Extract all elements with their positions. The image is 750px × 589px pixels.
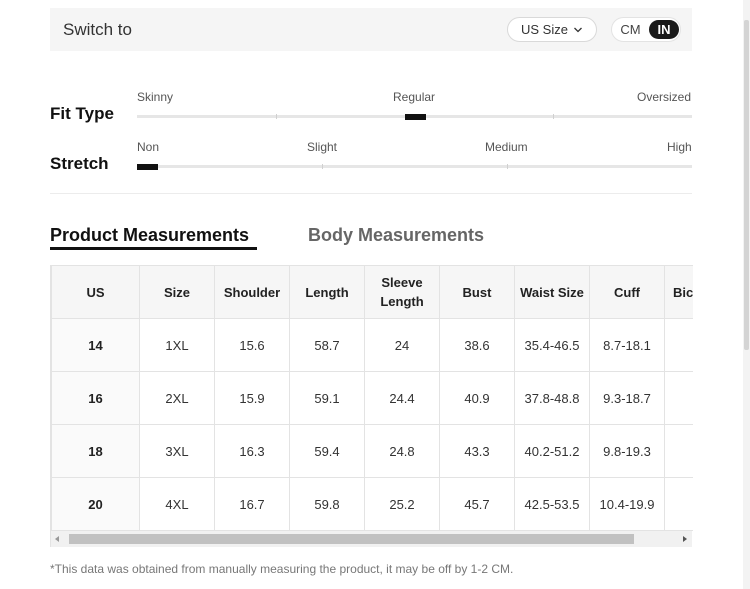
table-row: 20 4XL 16.7 59.8 25.2 45.7 42.5-53.5 10.…: [51, 477, 693, 531]
table-cell: 40.9: [439, 371, 515, 425]
fit-option-oversized: Oversized: [637, 90, 692, 104]
table-cell: [664, 318, 693, 372]
stretch-scale-tick: [507, 164, 508, 169]
table-cell: 4XL: [139, 477, 215, 531]
table-cell: [664, 371, 693, 425]
active-tab-underline: [50, 247, 257, 250]
fit-option-skinny: Skinny: [137, 90, 174, 104]
section-divider: [50, 193, 692, 194]
table-cell: 24.8: [364, 424, 440, 478]
column-header: Size: [139, 265, 215, 319]
table-cell: 3XL: [139, 424, 215, 478]
table-cell: 10.4-19.9: [589, 477, 665, 531]
table-cell: 20: [51, 477, 140, 531]
scroll-left-arrow-icon[interactable]: [55, 536, 59, 542]
column-header: Waist Size: [514, 265, 590, 319]
column-header: Bicep Length: [664, 265, 693, 319]
fit-scale-tick: [276, 114, 277, 119]
switch-to-label: Switch to: [63, 20, 132, 39]
chevron-down-icon: [574, 27, 582, 32]
stretch-marker: [137, 164, 158, 170]
size-system-dropdown[interactable]: US Size: [507, 17, 597, 42]
fit-scale-tick: [553, 114, 554, 119]
column-header: Shoulder: [214, 265, 290, 319]
table-cell: 45.7: [439, 477, 515, 531]
table-cell: 24.4: [364, 371, 440, 425]
table-cell: 38.6: [439, 318, 515, 372]
fit-type-label: Fit Type: [50, 104, 114, 123]
stretch-option-medium: Medium: [485, 140, 528, 154]
unit-switch-bar: Switch to US Size CM IN: [50, 8, 692, 51]
table-cell: 9.8-19.3: [589, 424, 665, 478]
table-row: 14 1XL 15.6 58.7 24 38.6 35.4-46.5 8.7-1…: [51, 318, 693, 372]
table-cell: 40.2-51.2: [514, 424, 590, 478]
table-cell: 16: [51, 371, 140, 425]
table-cell: 59.8: [289, 477, 365, 531]
table-cell: 43.3: [439, 424, 515, 478]
size-system-value: US Size: [521, 22, 568, 37]
stretch-scale-tick: [322, 164, 323, 169]
measurement-disclaimer: *This data was obtained from manually me…: [50, 562, 514, 576]
tab-body-measurements[interactable]: Body Measurements: [308, 225, 484, 246]
table-cell: 25.2: [364, 477, 440, 531]
table-cell: [664, 477, 693, 531]
table-row: 18 3XL 16.3 59.4 24.8 43.3 40.2-51.2 9.8…: [51, 424, 693, 478]
table-cell: 42.5-53.5: [514, 477, 590, 531]
table-cell: 2XL: [139, 371, 215, 425]
size-table-container: US Size Shoulder Length Sleeve Length Bu…: [50, 265, 693, 531]
table-cell: 14: [51, 318, 140, 372]
stretch-option-slight: Slight: [307, 140, 338, 154]
unit-cm-button[interactable]: CM: [616, 20, 645, 39]
table-cell: 18: [51, 424, 140, 478]
page-vertical-scrollbar[interactable]: [743, 0, 750, 589]
stretch-option-high: High: [667, 140, 692, 154]
table-row: 16 2XL 15.9 59.1 24.4 40.9 37.8-48.8 9.3…: [51, 371, 693, 425]
table-cell: [664, 424, 693, 478]
table-cell: 59.4: [289, 424, 365, 478]
fit-type-marker: [405, 114, 426, 120]
column-header: Length: [289, 265, 365, 319]
table-cell: 8.7-18.1: [589, 318, 665, 372]
column-header: Bust: [439, 265, 515, 319]
unit-toggle: CM IN: [611, 17, 681, 42]
stretch-option-non: Non: [137, 140, 160, 154]
table-cell: 35.4-46.5: [514, 318, 590, 372]
fit-option-regular: Regular: [393, 90, 436, 104]
table-cell: 15.6: [214, 318, 290, 372]
stretch-scale: [137, 165, 692, 168]
column-header: Cuff: [589, 265, 665, 319]
table-cell: 59.1: [289, 371, 365, 425]
table-cell: 24: [364, 318, 440, 372]
table-cell: 1XL: [139, 318, 215, 372]
table-horizontal-scrollbar[interactable]: [50, 531, 692, 547]
column-header: Sleeve Length: [364, 265, 440, 319]
scroll-right-arrow-icon[interactable]: [683, 536, 687, 542]
size-table: US Size Shoulder Length Sleeve Length Bu…: [51, 265, 693, 531]
scrollbar-thumb[interactable]: [69, 534, 634, 544]
table-header-row: US Size Shoulder Length Sleeve Length Bu…: [51, 265, 693, 319]
table-cell: 16.7: [214, 477, 290, 531]
table-cell: 9.3-18.7: [589, 371, 665, 425]
unit-in-button[interactable]: IN: [649, 20, 679, 39]
table-cell: 15.9: [214, 371, 290, 425]
table-cell: 37.8-48.8: [514, 371, 590, 425]
table-cell: 16.3: [214, 424, 290, 478]
stretch-label: Stretch: [50, 154, 109, 173]
tab-product-measurements[interactable]: Product Measurements: [50, 225, 249, 246]
table-cell: 58.7: [289, 318, 365, 372]
column-header: US: [51, 265, 140, 319]
page-scrollbar-thumb[interactable]: [744, 20, 749, 350]
